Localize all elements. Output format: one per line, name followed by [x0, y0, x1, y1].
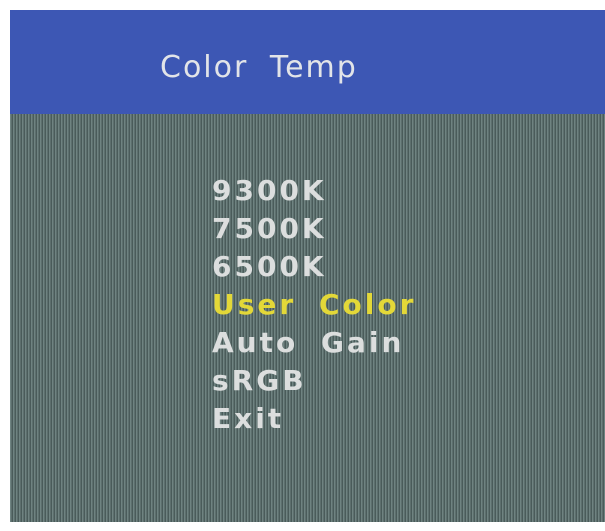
menu-item-auto-gain[interactable]: Auto Gain	[212, 324, 416, 362]
menu-item-exit[interactable]: Exit	[212, 400, 416, 438]
menu-item-6500k[interactable]: 6500K	[212, 248, 416, 286]
osd-header: Color Temp	[10, 10, 605, 114]
osd-menu: 9300K 7500K 6500K User Color Auto Gain s…	[212, 172, 416, 438]
menu-item-9300k[interactable]: 9300K	[212, 172, 416, 210]
osd-title: Color Temp	[160, 50, 358, 85]
menu-item-srgb[interactable]: sRGB	[212, 362, 416, 400]
menu-item-user-color[interactable]: User Color	[212, 286, 416, 324]
menu-item-7500k[interactable]: 7500K	[212, 210, 416, 248]
osd-window: Color Temp 9300K 7500K 6500K User Color …	[10, 10, 605, 522]
